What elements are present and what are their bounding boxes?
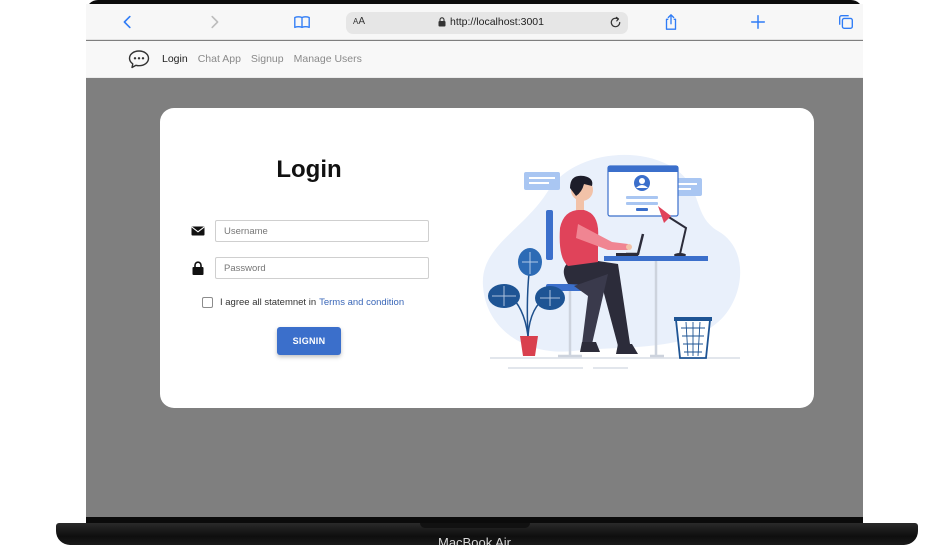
nav-link-signup[interactable]: Signup	[251, 53, 284, 65]
chat-bubble-icon[interactable]	[128, 49, 150, 69]
agree-checkbox[interactable]	[202, 297, 213, 308]
nav-link-manage-users[interactable]: Manage Users	[294, 53, 362, 65]
agree-text: I agree all statemnet in	[220, 297, 317, 308]
device-label: MacBook Air	[438, 535, 511, 545]
browser-window: AA http://localhost:3001 Login Chat App …	[86, 4, 863, 517]
nav-link-chat-app[interactable]: Chat App	[198, 53, 241, 65]
text-size-button[interactable]: AA	[353, 16, 365, 27]
password-input[interactable]	[215, 257, 429, 279]
share-icon[interactable]	[661, 12, 681, 32]
terms-agreement: I agree all statemnet in Terms and condi…	[202, 297, 404, 308]
browser-toolbar: AA http://localhost:3001	[86, 4, 863, 40]
signin-button[interactable]: SIGNIN	[277, 327, 341, 355]
envelope-icon	[191, 226, 205, 236]
tabs-overview-icon[interactable]	[836, 12, 856, 32]
forward-icon[interactable]	[204, 12, 224, 32]
bookmarks-icon[interactable]	[292, 12, 312, 32]
username-input[interactable]	[215, 220, 429, 242]
page-title: Login	[276, 156, 342, 183]
url-text: http://localhost:3001	[450, 16, 544, 28]
terms-link[interactable]: Terms and condition	[319, 297, 404, 308]
login-illustration	[482, 154, 741, 369]
address-bar[interactable]: AA http://localhost:3001	[346, 12, 628, 34]
laptop-mockup: AA http://localhost:3001 Login Chat App …	[0, 0, 949, 545]
lock-icon	[192, 261, 204, 275]
new-tab-icon[interactable]	[748, 12, 768, 32]
reload-icon[interactable]	[608, 15, 623, 30]
nav-link-login[interactable]: Login	[162, 53, 188, 65]
back-icon[interactable]	[118, 12, 138, 32]
app-navbar: Login Chat App Signup Manage Users	[86, 41, 863, 78]
lock-icon	[438, 17, 446, 27]
laptop-notch	[420, 523, 530, 528]
username-row	[191, 220, 431, 242]
password-row	[191, 257, 431, 279]
login-card: Login I agree all statemnet in Terms and…	[160, 108, 814, 408]
